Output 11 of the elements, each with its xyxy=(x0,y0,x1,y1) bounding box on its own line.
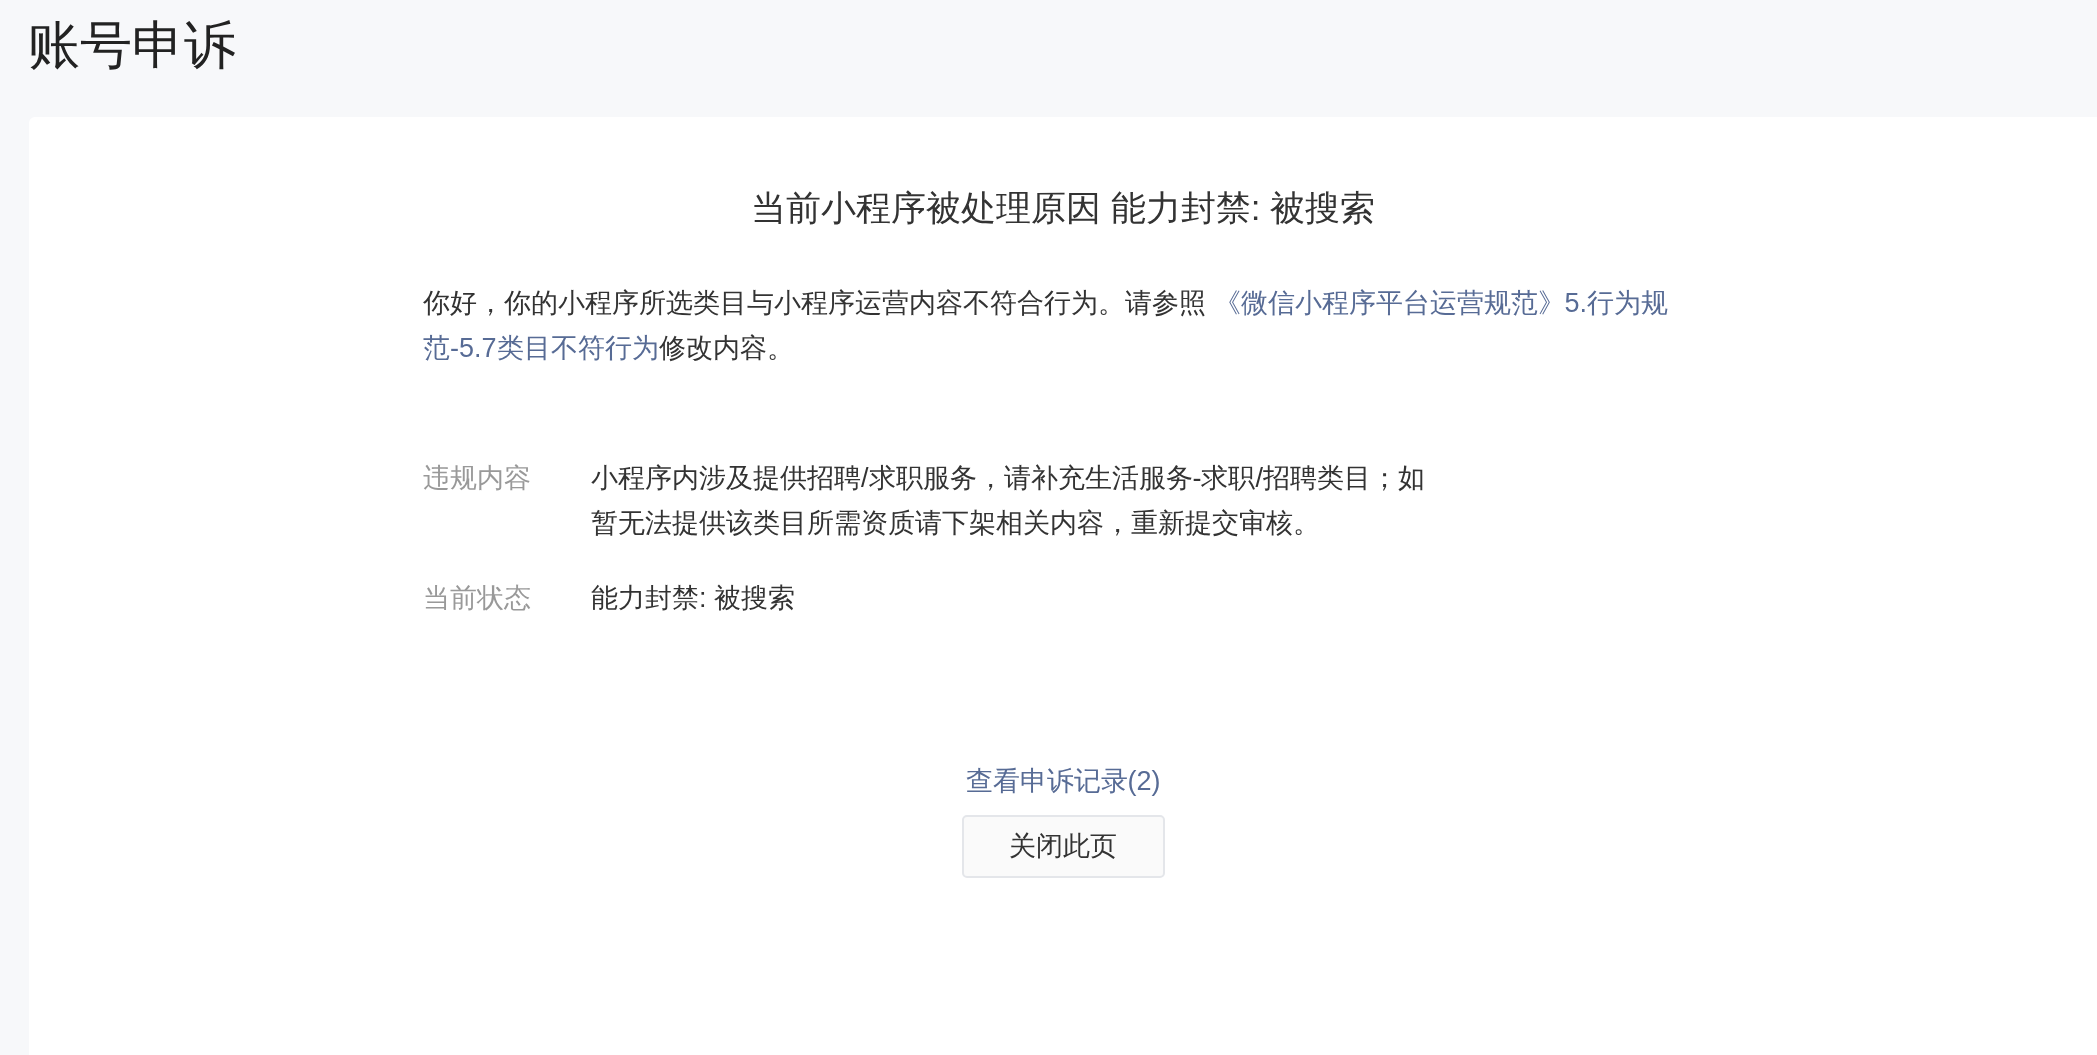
detail-label: 当前状态 xyxy=(423,582,532,615)
close-page-button[interactable]: 关闭此页 xyxy=(961,815,1165,878)
detail-value: 小程序内涉及提供招聘/求职服务，请补充生活服务-求职/招聘类目；如暂无法提供该类目所需资质请下架相关内容，重新提交审核。 xyxy=(591,462,1426,540)
detail-label: 违规内容 xyxy=(423,462,532,495)
card-heading: 当前小程序被处理原因 能力封禁: 被搜索 xyxy=(750,187,1376,229)
detail-value: 能力封禁: 被搜索 xyxy=(591,582,796,615)
notice-paragraph: 你好，你的小程序所选类目与小程序运营内容不符合行为。请参照 《微信小程序平台运营规范》5.行为规 范-5.7类目不符行为修改内容。 xyxy=(423,287,1670,365)
page-title: 账号申诉 xyxy=(28,15,236,76)
appeal-history-link[interactable]: 查看申诉记录(2) xyxy=(965,761,1161,801)
rules-link[interactable]: 范-5.7类目不符行为 xyxy=(423,333,659,363)
rules-link[interactable]: 《微信小程序平台运营规范》5.行为规 xyxy=(1213,288,1669,318)
